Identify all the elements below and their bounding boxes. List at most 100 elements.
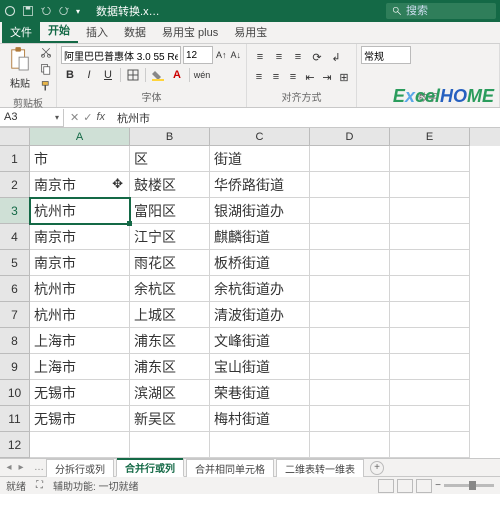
select-all-corner[interactable] [0, 128, 30, 146]
cell[interactable] [310, 250, 390, 276]
cell[interactable]: 宝山街道 [210, 354, 310, 380]
cell[interactable]: 鼓楼区 [130, 172, 210, 198]
row-header[interactable]: 9 [0, 354, 30, 380]
cell[interactable] [310, 276, 390, 302]
name-box[interactable]: A3 ▾ [0, 109, 64, 127]
cut-icon[interactable] [40, 46, 52, 61]
shrink-font-icon[interactable]: A↓ [230, 46, 243, 64]
align-left-icon[interactable]: ≡ [251, 68, 267, 86]
accessibility-icon[interactable]: ⛶ [36, 480, 43, 491]
font-size-select[interactable] [183, 46, 213, 64]
cell[interactable] [390, 172, 470, 198]
cell[interactable] [390, 224, 470, 250]
indent-increase-icon[interactable]: ⇥ [319, 68, 335, 86]
cell[interactable] [310, 432, 390, 458]
cell[interactable]: 文峰街道 [210, 328, 310, 354]
borders-icon[interactable] [124, 66, 142, 84]
number-format-select[interactable] [361, 46, 411, 64]
cell[interactable]: 杭州市 [30, 302, 130, 328]
cell[interactable] [390, 354, 470, 380]
view-normal-icon[interactable] [378, 479, 394, 493]
formula-value[interactable]: 杭州市 [111, 110, 156, 126]
tab-yyb[interactable]: 易用宝 [226, 21, 275, 43]
cell[interactable] [390, 302, 470, 328]
cell[interactable]: 无锡市 [30, 380, 130, 406]
row-header[interactable]: 8 [0, 328, 30, 354]
phonetic-icon[interactable]: wén [193, 66, 211, 84]
zoom-slider[interactable] [444, 484, 494, 487]
cell[interactable]: 杭州市 [30, 276, 130, 302]
cell[interactable]: 余杭街道办 [210, 276, 310, 302]
cell[interactable] [390, 406, 470, 432]
tab-yyb-plus[interactable]: 易用宝 plus [154, 21, 226, 43]
cell[interactable] [310, 198, 390, 224]
cell[interactable] [310, 354, 390, 380]
cell[interactable]: 麒麟街道 [210, 224, 310, 250]
cell[interactable] [310, 146, 390, 172]
cell[interactable]: 富阳区 [130, 198, 210, 224]
cell[interactable]: 华侨路街道 [210, 172, 310, 198]
cell[interactable]: 南京市✥ [30, 172, 130, 198]
sheet-tab-merge-same[interactable]: 合并相同单元格 [186, 459, 274, 477]
cell[interactable]: 浦东区 [130, 328, 210, 354]
view-layout-icon[interactable] [397, 479, 413, 493]
format-painter-icon[interactable] [40, 80, 52, 95]
cell[interactable] [310, 380, 390, 406]
paste-button[interactable]: 粘贴 [4, 46, 36, 90]
copy-icon[interactable] [40, 63, 52, 78]
italic-button[interactable]: I [80, 66, 98, 84]
cell[interactable]: 板桥街道 [210, 250, 310, 276]
col-header-A[interactable]: A [30, 128, 130, 146]
cell[interactable]: 南京市 [30, 250, 130, 276]
sheet-nav[interactable]: ◂▸ [4, 462, 26, 473]
cell[interactable]: 余杭区 [130, 276, 210, 302]
indent-decrease-icon[interactable]: ⇤ [302, 68, 318, 86]
row-header[interactable]: 3 [0, 198, 30, 224]
col-header-C[interactable]: C [210, 128, 310, 146]
cell[interactable] [310, 302, 390, 328]
row-header[interactable]: 12 [0, 432, 30, 458]
sheet-tab-merge[interactable]: 合并行或列 [116, 458, 184, 477]
fx-icon[interactable]: fx [96, 111, 105, 124]
align-middle-icon[interactable]: ≡ [270, 48, 288, 66]
undo-icon[interactable] [40, 5, 52, 17]
row-header[interactable]: 4 [0, 224, 30, 250]
bold-button[interactable]: B [61, 66, 79, 84]
cell[interactable] [390, 276, 470, 302]
row-header[interactable]: 7 [0, 302, 30, 328]
search-input[interactable] [406, 5, 476, 17]
cell[interactable]: 雨花区 [130, 250, 210, 276]
add-sheet-button[interactable]: + [370, 461, 384, 475]
cell[interactable] [130, 432, 210, 458]
cell[interactable]: 银湖街道办 [210, 198, 310, 224]
cell[interactable] [390, 432, 470, 458]
cell[interactable] [310, 406, 390, 432]
row-header[interactable]: 2 [0, 172, 30, 198]
grow-font-icon[interactable]: A↑ [215, 46, 228, 64]
cancel-formula-icon[interactable]: ✕ [70, 111, 79, 124]
cell[interactable]: 清波街道办 [210, 302, 310, 328]
cell[interactable] [390, 328, 470, 354]
view-pagebreak-icon[interactable] [416, 479, 432, 493]
tab-home[interactable]: 开始 [40, 19, 78, 43]
cell[interactable]: 新吴区 [130, 406, 210, 432]
row-header[interactable]: 10 [0, 380, 30, 406]
cell[interactable] [390, 198, 470, 224]
save-icon[interactable] [22, 5, 34, 17]
merge-icon[interactable]: ⊞ [336, 68, 352, 86]
align-bottom-icon[interactable]: ≡ [289, 48, 307, 66]
tab-insert[interactable]: 插入 [78, 21, 116, 43]
cell[interactable]: 南京市 [30, 224, 130, 250]
qat-dropdown-icon[interactable]: ▾ [76, 7, 80, 16]
wrap-text-icon[interactable]: ↲ [327, 48, 345, 66]
redo-icon[interactable] [58, 5, 70, 17]
autosave-icon[interactable] [4, 5, 16, 17]
col-header-D[interactable]: D [310, 128, 390, 146]
cell[interactable]: 区 [130, 146, 210, 172]
search-box[interactable] [386, 3, 496, 19]
sheet-tab-pivot[interactable]: 二维表转一维表 [276, 459, 364, 477]
cell[interactable]: 上城区 [130, 302, 210, 328]
cell[interactable]: 江宁区 [130, 224, 210, 250]
font-color-icon[interactable]: A [168, 66, 186, 84]
fill-color-icon[interactable] [149, 66, 167, 84]
